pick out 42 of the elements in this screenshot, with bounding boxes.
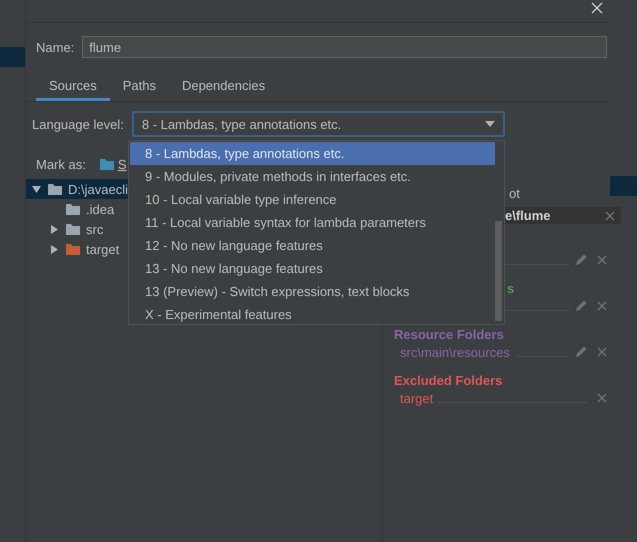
- folder-icon: [66, 223, 80, 235]
- pencil-icon[interactable]: [575, 300, 587, 312]
- folder-icon: [100, 158, 114, 170]
- close-icon[interactable]: [591, 2, 603, 14]
- folder-group-title: Excluded Folders: [394, 373, 502, 388]
- selection-highlight: [610, 176, 637, 196]
- folder-icon: [66, 243, 80, 255]
- folder-group-title: s: [507, 281, 514, 296]
- sources-button[interactable]: S: [100, 156, 127, 172]
- name-label: Name:: [36, 40, 74, 54]
- tree-item[interactable]: .idea: [26, 199, 128, 219]
- name-field[interactable]: flume: [82, 36, 607, 58]
- folder-icon: [48, 183, 62, 195]
- language-level-label: Language level:: [32, 116, 124, 132]
- add-content-root-link[interactable]: ot: [509, 186, 520, 200]
- tree-item[interactable]: src: [26, 219, 128, 239]
- selection-highlight: [0, 47, 25, 67]
- list-item[interactable]: 12 - No new language features: [130, 234, 495, 257]
- tab[interactable]: Paths: [110, 72, 169, 101]
- language-level-dropdown[interactable]: 8 - Lambdas, type annotations etc.: [132, 111, 505, 137]
- list-item[interactable]: 9 - Modules, private methods in interfaces etc.: [130, 165, 495, 188]
- folder-group-title: Resource Folders: [394, 327, 504, 342]
- list-item[interactable]: 13 (Preview) - Switch expressions, text blocks: [130, 280, 495, 303]
- caret-icon: [484, 121, 495, 127]
- list-item[interactable]: X - Experimental features: [130, 303, 495, 326]
- pencil-icon[interactable]: [575, 254, 587, 266]
- pencil-icon[interactable]: [575, 346, 587, 358]
- list-item[interactable]: 13 - No new language features: [130, 257, 495, 280]
- tab[interactable]: Dependencies: [168, 72, 278, 101]
- folder-path: src\main\resources: [400, 344, 510, 360]
- close-icon: [605, 210, 615, 220]
- folder-icon: [66, 203, 80, 215]
- list-item[interactable]: 8 - Lambdas, type annotations etc.: [130, 142, 495, 165]
- mark-as-label: Mark as:: [36, 156, 86, 172]
- list-item[interactable]: 10 - Local variable type inference: [130, 188, 495, 211]
- tree-item[interactable]: D:\javaecli: [26, 179, 128, 199]
- tab[interactable]: Sources: [36, 72, 110, 101]
- list-item[interactable]: 11 - Local variable syntax for lambda parameters: [130, 211, 495, 234]
- folder-path: target: [400, 390, 434, 406]
- tree-item[interactable]: target: [26, 239, 128, 259]
- scrollbar-thumb[interactable]: [495, 221, 502, 321]
- content-root-path: e\flume: [505, 208, 551, 223]
